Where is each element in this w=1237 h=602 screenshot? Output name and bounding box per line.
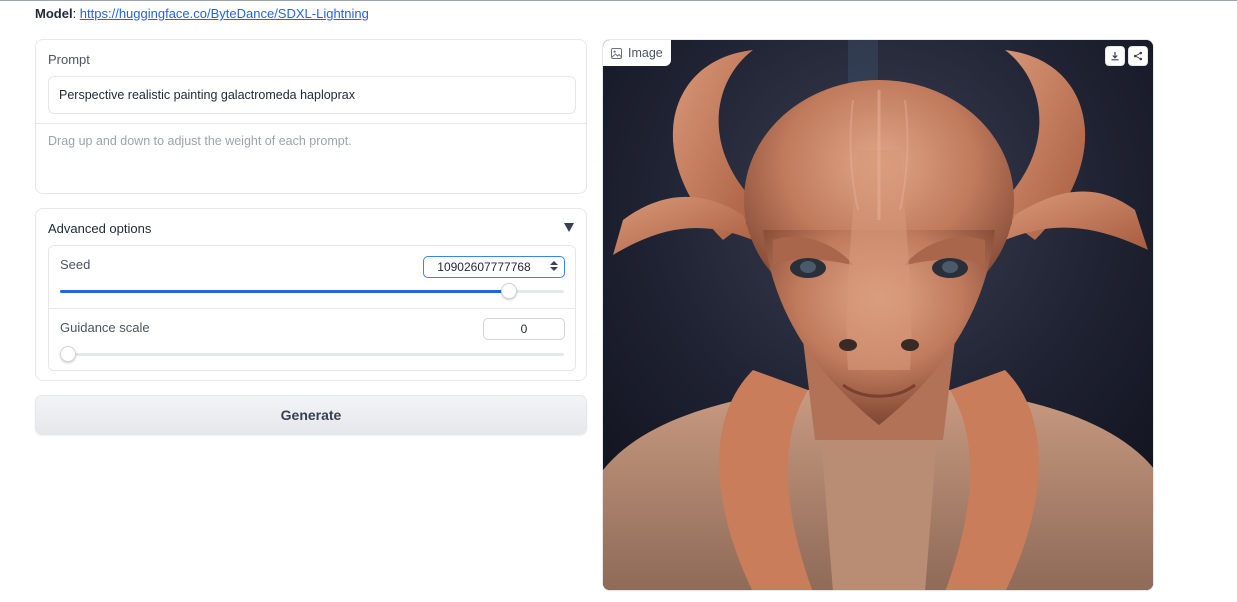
guidance-slider[interactable]	[60, 353, 564, 356]
image-label-tag: Image	[603, 40, 671, 66]
output-image-panel: Image	[602, 39, 1154, 591]
prompt-panel: Prompt Perspective realistic painting ga…	[35, 39, 587, 194]
share-icon	[1133, 51, 1143, 61]
share-button[interactable]	[1128, 46, 1148, 66]
guidance-slider-thumb[interactable]	[60, 346, 76, 362]
collapse-triangle-icon[interactable]	[564, 223, 574, 232]
advanced-options-panel: Advanced options Seed 10902607777768 Gui…	[35, 208, 587, 381]
spinner-arrows-icon[interactable]	[550, 260, 558, 274]
seed-slider-fill	[60, 290, 509, 293]
seed-label: Seed	[60, 257, 91, 272]
top-border	[0, 0, 1237, 1]
advanced-options-toggle[interactable]: Advanced options	[48, 221, 151, 236]
prompt-input[interactable]: Perspective realistic painting galactrom…	[48, 76, 576, 114]
model-info: Model: https://huggingface.co/ByteDance/…	[35, 6, 369, 21]
seed-slider-thumb[interactable]	[500, 283, 517, 299]
guidance-number-input[interactable]: 0	[483, 318, 565, 340]
guidance-label: Guidance scale	[60, 320, 150, 335]
generate-button[interactable]: Generate	[35, 395, 587, 435]
seed-divider	[49, 308, 575, 309]
generated-alien-image	[603, 40, 1153, 590]
image-label: Image	[628, 46, 663, 60]
model-link[interactable]: https://huggingface.co/ByteDance/SDXL-Li…	[80, 6, 369, 21]
download-icon	[1111, 52, 1119, 61]
prompt-divider	[36, 123, 586, 124]
prompt-label: Prompt	[48, 52, 90, 67]
download-button[interactable]	[1105, 46, 1125, 66]
image-icon	[611, 47, 622, 59]
prompt-weight-hint: Drag up and down to adjust the weight of…	[48, 134, 352, 148]
model-label: Model	[35, 6, 73, 21]
seed-value: 10902607777768	[437, 260, 531, 274]
seed-slider[interactable]	[60, 290, 564, 293]
advanced-options-body: Seed 10902607777768 Guidance scale 0	[48, 245, 576, 371]
seed-number-input[interactable]: 10902607777768	[423, 256, 565, 278]
